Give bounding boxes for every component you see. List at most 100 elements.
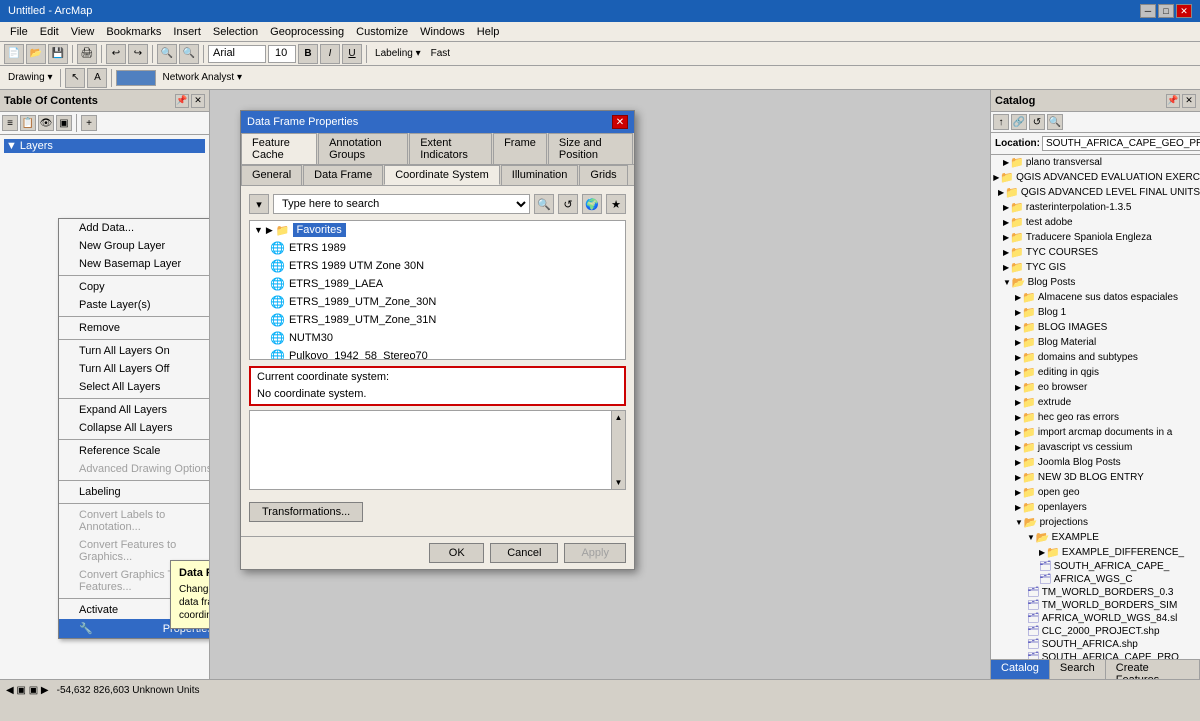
dialog-close-button[interactable]: ✕ xyxy=(612,115,628,129)
redo-button[interactable]: ↪ xyxy=(128,44,148,64)
maximize-button[interactable]: □ xyxy=(1158,4,1174,18)
menu-view[interactable]: View xyxy=(65,24,101,40)
cat-item-almacene[interactable]: ▶📁Almacene sus datos espaciales xyxy=(991,290,1200,305)
ctx-turn-on[interactable]: Turn All Layers On xyxy=(59,342,210,360)
cs-tree-minus[interactable]: ▼ xyxy=(254,225,263,235)
cat-item-traducere[interactable]: ▶📁Traducere Spaniola Engleza xyxy=(991,230,1200,245)
cat-item-example-diff[interactable]: ▶📁EXAMPLE_DIFFERENCE_ xyxy=(991,545,1200,560)
close-button[interactable]: ✕ xyxy=(1176,4,1192,18)
ctx-paste-layers[interactable]: Paste Layer(s) xyxy=(59,296,210,314)
ctx-turn-off[interactable]: Turn All Layers Off xyxy=(59,360,210,378)
cat-item-qgis-adv-final[interactable]: ▶📁QGIS ADVANCED LEVEL FINAL UNITS xyxy=(991,185,1200,200)
cat-item-import[interactable]: ▶📁import arcmap documents in a xyxy=(991,425,1200,440)
ctx-new-basemap-layer[interactable]: New Basemap Layer xyxy=(59,255,210,273)
cat-item-open-geo[interactable]: ▶📁open geo xyxy=(991,485,1200,500)
cat-item-adobe[interactable]: ▶📁test adobe xyxy=(991,215,1200,230)
text-tool[interactable]: A xyxy=(87,68,107,88)
catalog-tab[interactable]: Catalog xyxy=(991,660,1050,679)
toc-layers-item[interactable]: ▼ Layers xyxy=(4,139,205,153)
ctx-add-data[interactable]: Add Data... xyxy=(59,219,210,237)
catalog-close-button[interactable]: ✕ xyxy=(1182,94,1196,108)
cat-refresh-button[interactable]: ↺ xyxy=(1029,114,1045,130)
cat-item-tyc-courses[interactable]: ▶📁TYC COURSES xyxy=(991,245,1200,260)
cat-expand-plano[interactable]: ▶ xyxy=(1003,158,1009,167)
catalog-pin-button[interactable]: 📌 xyxy=(1166,94,1180,108)
search-tab[interactable]: Search xyxy=(1050,660,1106,679)
cs-star-button[interactable]: ★ xyxy=(606,194,626,214)
ok-button[interactable]: OK xyxy=(429,543,484,563)
ctx-select-all[interactable]: Select All Layers xyxy=(59,378,210,396)
italic-button[interactable]: I xyxy=(320,44,340,64)
cat-item-3d[interactable]: ▶📁NEW 3D BLOG ENTRY xyxy=(991,470,1200,485)
cat-item-domains[interactable]: ▶📁domains and subtypes xyxy=(991,350,1200,365)
tab-general[interactable]: General xyxy=(241,165,302,185)
tab-feature-cache[interactable]: Feature Cache xyxy=(241,133,317,164)
tab-frame[interactable]: Frame xyxy=(493,133,547,164)
tree-item-nutm30[interactable]: 🌐 NUTM30 xyxy=(250,329,625,347)
cat-item-joomla[interactable]: ▶📁Joomla Blog Posts xyxy=(991,455,1200,470)
transformations-button[interactable]: Transformations... xyxy=(249,502,363,522)
tab-coordinate-system[interactable]: Coordinate System xyxy=(384,165,500,185)
cat-item-js[interactable]: ▶📁javascript vs cessium xyxy=(991,440,1200,455)
cs-search-dropdown[interactable]: Type here to search xyxy=(273,194,530,214)
ctx-labeling[interactable]: Labeling ▶ xyxy=(59,483,210,501)
tab-size-position[interactable]: Size and Position xyxy=(548,133,633,164)
cat-item-blog-images[interactable]: ▶📁BLOG IMAGES xyxy=(991,320,1200,335)
tab-extent-indicators[interactable]: Extent Indicators xyxy=(409,133,492,164)
cat-item-qgis-adv-eval[interactable]: ▶📁QGIS ADVANCED EVALUATION EXERC xyxy=(991,170,1200,185)
cat-item-raster[interactable]: ▶📁rasterinterpolation-1.3.5 xyxy=(991,200,1200,215)
menu-bookmarks[interactable]: Bookmarks xyxy=(100,24,167,40)
tree-item-etrs1989utm31n[interactable]: 🌐 ETRS_1989_UTM_Zone_31N xyxy=(250,311,625,329)
cat-item-editing[interactable]: ▶📁editing in qgis xyxy=(991,365,1200,380)
menu-help[interactable]: Help xyxy=(471,24,506,40)
new-button[interactable]: 📄 xyxy=(4,44,24,64)
menu-file[interactable]: File xyxy=(4,24,34,40)
ctx-copy[interactable]: Copy xyxy=(59,278,210,296)
cancel-button[interactable]: Cancel xyxy=(490,543,558,563)
cs-tree-folder-btn[interactable]: ▶ xyxy=(266,225,273,236)
apply-button[interactable]: Apply xyxy=(564,543,626,563)
favorites-label[interactable]: Favorites xyxy=(293,223,346,237)
bold-button[interactable]: B xyxy=(298,44,318,64)
tab-annotation-groups[interactable]: Annotation Groups xyxy=(318,133,408,164)
cat-item-projections[interactable]: ▼📂projections xyxy=(991,515,1200,530)
cat-up-button[interactable]: ↑ xyxy=(993,114,1009,130)
cs-refresh-button[interactable]: ↺ xyxy=(558,194,578,214)
zoom-out-button[interactable]: 🔍 xyxy=(179,44,199,64)
cat-item-africa-wgs-c[interactable]: 🗂AFRICA_WGS_C xyxy=(991,573,1200,586)
cs-globe-button[interactable]: 🌍 xyxy=(582,194,602,214)
cat-item-plano[interactable]: ▶📁plano transversal xyxy=(991,155,1200,170)
cat-connect-button[interactable]: 🔗 xyxy=(1011,114,1027,130)
cat-item-sa-cape-pro[interactable]: 🗂SOUTH_AFRICA_CAPE_PRO xyxy=(991,651,1200,659)
menu-windows[interactable]: Windows xyxy=(414,24,471,40)
menu-geoprocessing[interactable]: Geoprocessing xyxy=(264,24,350,40)
toc-close-button[interactable]: ✕ xyxy=(191,94,205,108)
toc-expand-button[interactable]: + xyxy=(81,115,97,131)
cat-item-africa-wgs84[interactable]: 🗂AFRICA_WORLD_WGS_84.sl xyxy=(991,612,1200,625)
cat-search-button[interactable]: 🔍 xyxy=(1047,114,1063,130)
create-features-tab[interactable]: Create Features xyxy=(1106,660,1200,679)
cat-item-blog-material[interactable]: ▶📁Blog Material xyxy=(991,335,1200,350)
underline-button[interactable]: U xyxy=(342,44,362,64)
cat-item-extrude[interactable]: ▶📁extrude xyxy=(991,395,1200,410)
cat-item-example[interactable]: ▼📂EXAMPLE xyxy=(991,530,1200,545)
select-tool[interactable]: ↖ xyxy=(65,68,85,88)
ctx-collapse-all[interactable]: Collapse All Layers xyxy=(59,419,210,437)
cat-item-tm-world-03[interactable]: 🗂TM_WORLD_BORDERS_0.3 xyxy=(991,586,1200,599)
color-selector[interactable] xyxy=(116,70,156,86)
cat-item-sa-cape[interactable]: 🗂SOUTH_AFRICA_CAPE_ xyxy=(991,560,1200,573)
save-button[interactable]: 💾 xyxy=(48,44,68,64)
tree-item-pulkovo[interactable]: 🌐 Pulkovo_1942_58_Stereo70 xyxy=(250,347,625,360)
cat-item-sa-shp[interactable]: 🗂SOUTH_AFRICA.shp xyxy=(991,638,1200,651)
minimize-button[interactable]: ─ xyxy=(1140,4,1156,18)
tab-data-frame[interactable]: Data Frame xyxy=(303,165,383,185)
ctx-ref-scale[interactable]: Reference Scale ▶ xyxy=(59,442,210,460)
menu-selection[interactable]: Selection xyxy=(207,24,264,40)
menu-insert[interactable]: Insert xyxy=(167,24,207,40)
open-button[interactable]: 📂 xyxy=(26,44,46,64)
ctx-new-group-layer[interactable]: New Group Layer xyxy=(59,237,210,255)
zoom-in-button[interactable]: 🔍 xyxy=(157,44,177,64)
tree-item-etrs1989laea[interactable]: 🌐 ETRS_1989_LAEA xyxy=(250,275,625,293)
print-button[interactable]: 🖨 xyxy=(77,44,97,64)
ctx-remove[interactable]: Remove xyxy=(59,319,210,337)
